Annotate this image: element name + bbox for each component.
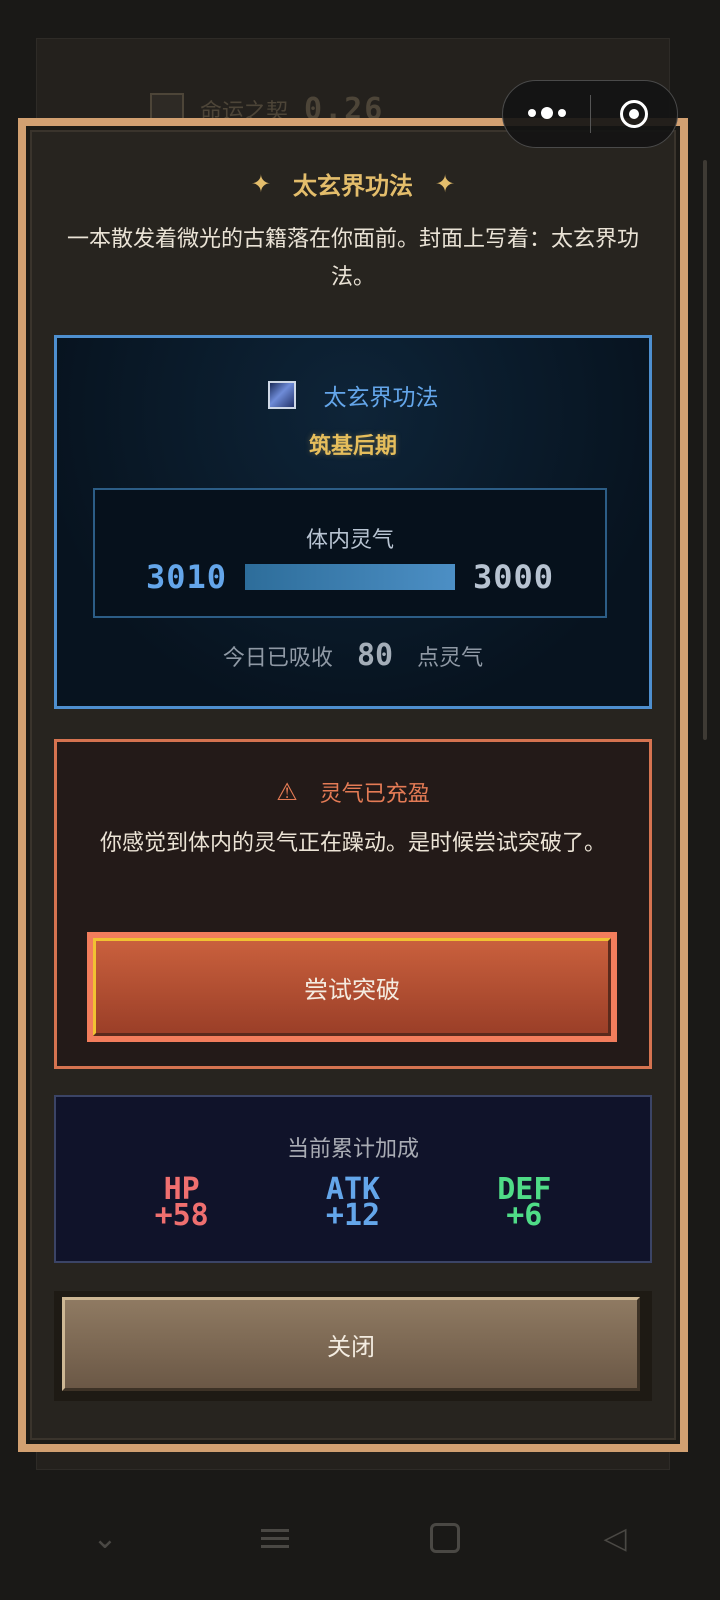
qi-label: 体内灵气	[305, 528, 394, 553]
mini-program-capsule	[502, 80, 678, 148]
sparkle-left-icon: ✦	[250, 169, 271, 198]
breakthrough-warning-panel: ⚠ 灵气已充盈 你感觉到体内的灵气正在躁动。是时候尝试突破了。 尝试突破	[54, 739, 652, 1069]
warning-text: 你感觉到体内的灵气正在躁动。是时候尝试突破了。	[99, 831, 606, 856]
modal-title-row: ✦ 太玄界功法 ✦	[42, 166, 664, 201]
home-square-icon[interactable]	[405, 1523, 485, 1553]
menu-icon[interactable]	[235, 1524, 315, 1553]
qi-progress-bar	[245, 564, 455, 590]
modal-title: 太玄界功法	[293, 172, 413, 200]
attempt-breakthrough-label: 尝试突破	[93, 938, 611, 1036]
def-stat: DEF +6	[497, 1175, 551, 1231]
qi-box: 体内灵气 3010 3000	[93, 488, 607, 618]
qi-max-value: 3000	[473, 558, 555, 596]
hp-value: +58	[154, 1198, 209, 1233]
atk-value: +12	[325, 1198, 381, 1233]
absorb-prefix: 今日已吸收	[222, 645, 333, 671]
modal-content: ✦ 太玄界功法 ✦ 一本散发着微光的古籍落在你面前。封面上写着：太玄界功法。 太…	[26, 126, 680, 1444]
warning-title-row: ⚠ 灵气已充盈	[57, 776, 649, 808]
more-options-icon[interactable]	[503, 107, 590, 119]
qi-progress-fill	[245, 564, 455, 590]
absorb-value: 80	[356, 638, 394, 673]
hp-stat: HP +58	[154, 1175, 209, 1233]
bonus-stats-row: HP +58 ATK +12 DEF +6	[56, 1175, 650, 1233]
absorb-suffix: 点灵气	[417, 645, 484, 671]
scroll-book-icon	[267, 381, 296, 409]
attempt-breakthrough-button[interactable]: 尝试突破	[87, 932, 617, 1042]
cumulative-bonus-panel: 当前累计加成 HP +58 ATK +12 DEF +6	[54, 1095, 652, 1263]
atk-stat: ATK +12	[325, 1175, 381, 1233]
warning-title: 灵气已充盈	[319, 782, 430, 807]
technique-title-row: 太玄界功法	[57, 378, 649, 412]
back-triangle-icon[interactable]: ◁	[575, 1521, 655, 1556]
technique-panel: 太玄界功法 筑基后期 体内灵气 3010 3000 今日已吸收 80 点灵气	[54, 335, 652, 709]
technique-modal: ✦ 太玄界功法 ✦ 一本散发着微光的古籍落在你面前。封面上写着：太玄界功法。 太…	[18, 118, 688, 1452]
close-button[interactable]: 关闭	[62, 1297, 640, 1391]
modal-intro-text: 一本散发着微光的古籍落在你面前。封面上写着：太玄界功法。	[66, 227, 639, 290]
sparkle-right-icon: ✦	[435, 169, 456, 198]
chevron-down-icon[interactable]: ⌄	[65, 1521, 145, 1556]
warning-triangle-icon: ⚠	[276, 778, 298, 806]
bonus-title: 当前累计加成	[286, 1137, 419, 1162]
scrollbar[interactable]	[703, 160, 707, 740]
close-button-wrap: 关闭	[54, 1291, 652, 1401]
technique-realm: 筑基后期	[308, 434, 397, 459]
exit-target-icon[interactable]	[591, 100, 677, 128]
absorb-row: 今日已吸收 80 点灵气	[57, 638, 649, 673]
qi-current-value: 3010	[145, 558, 227, 596]
technique-name: 太玄界功法	[323, 385, 439, 411]
system-navigation-bar: ⌄ ◁	[0, 1476, 720, 1600]
qi-progress-row: 3010 3000	[95, 558, 605, 596]
